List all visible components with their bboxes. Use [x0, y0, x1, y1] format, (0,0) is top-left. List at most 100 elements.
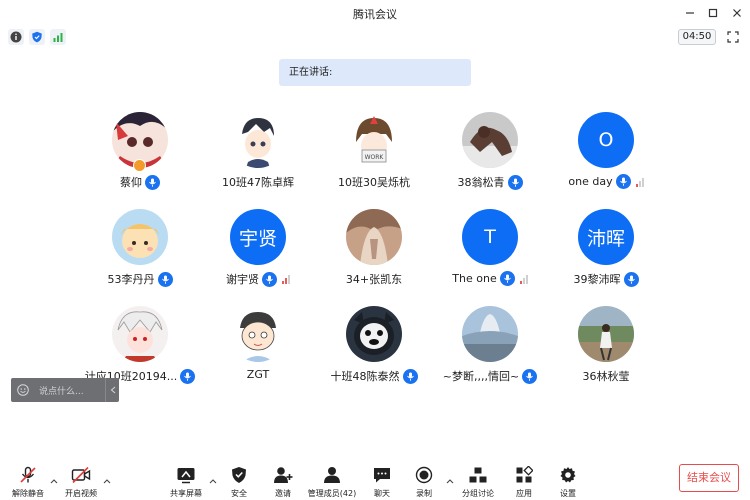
invite-user-icon [272, 464, 294, 486]
participant-name: 蔡仰 [120, 176, 142, 189]
info-icon [10, 31, 22, 43]
fullscreen-button[interactable] [725, 29, 741, 45]
invite-button[interactable]: 邀请 [261, 464, 305, 500]
minimize-icon [686, 12, 694, 14]
chevron-up-icon [446, 479, 454, 484]
participant-avatar [346, 306, 402, 362]
shield-icon [32, 31, 42, 43]
participant-tile[interactable]: O one day [546, 112, 666, 202]
unmute-button[interactable]: 解除静音 [6, 464, 50, 500]
close-icon [733, 9, 741, 17]
chat-button[interactable]: 聊天 [360, 464, 404, 500]
participant-name: 34+张凯东 [345, 273, 403, 286]
camera-off-icon [70, 464, 92, 486]
apps-label: 应用 [516, 489, 532, 498]
host-badge-icon [133, 159, 146, 172]
settings-button[interactable]: 设置 [546, 464, 590, 500]
record-icon [413, 464, 435, 486]
chevron-up-icon [103, 479, 111, 484]
participant-avatar: WORK [346, 112, 402, 168]
audio-options-caret[interactable] [49, 476, 59, 486]
chat-label: 聊天 [374, 489, 390, 498]
chevron-left-icon [110, 386, 115, 394]
breakout-rooms-button[interactable]: 分组讨论 [456, 464, 500, 500]
participant-name: ~梦断,,,,情回~ [442, 370, 520, 383]
participant-avatar: 沛晖 [578, 209, 634, 265]
participant-tile[interactable]: 36林秋莹 [546, 306, 666, 396]
window-title: 腾讯会议 [353, 8, 397, 21]
share-screen-label: 共享屏幕 [170, 489, 202, 498]
members-icon [321, 464, 343, 486]
manage-members-button[interactable]: 管理成员(42) [308, 464, 356, 500]
settings-label: 设置 [560, 489, 576, 498]
mic-icon [262, 271, 277, 287]
encryption-button[interactable] [29, 29, 45, 45]
participant-tile[interactable]: 沛晖 39黎沛晖 [546, 209, 666, 299]
participant-avatar: O [578, 112, 634, 168]
start-video-label: 开启视频 [65, 489, 97, 498]
participant-name-row: 39黎沛晖 [526, 271, 686, 287]
participant-name: ZGT [246, 368, 270, 381]
active-speaker-banner: 正在讲话: [279, 59, 471, 86]
signal-strength-icon [635, 177, 644, 187]
participant-name: 谢宇贤 [226, 273, 259, 286]
maximize-button[interactable] [703, 3, 723, 23]
participant-avatar [112, 306, 168, 362]
record-options-caret[interactable] [445, 476, 455, 486]
chat-input-field[interactable]: 说点什么... [35, 384, 105, 397]
signal-strength-icon [282, 274, 290, 284]
participant-avatar [462, 112, 518, 168]
participant-name: 10班30吴烁杭 [338, 176, 410, 189]
participant-name: 39黎沛晖 [573, 273, 621, 286]
chat-bubble-icon [371, 464, 393, 486]
record-label: 录制 [416, 489, 432, 498]
participant-name-row: 36林秋莹 [526, 368, 686, 384]
participant-name: 53李丹丹 [107, 273, 155, 286]
apps-button[interactable]: 应用 [502, 464, 546, 500]
network-status-button[interactable] [50, 29, 66, 45]
participant-name: The one [452, 272, 497, 285]
record-button[interactable]: 录制 [402, 464, 446, 500]
meeting-info-bar: 04:50 [0, 26, 750, 48]
maximize-icon [708, 8, 718, 18]
share-screen-button[interactable]: 共享屏幕 [164, 464, 208, 500]
participant-avatar [578, 306, 634, 362]
minimize-button[interactable] [680, 3, 700, 23]
start-video-button[interactable]: 开启视频 [59, 464, 103, 500]
apps-grid-icon [513, 464, 535, 486]
chat-input-bar[interactable]: 说点什么... [11, 378, 119, 402]
mic-icon [157, 271, 173, 287]
mic-icon [507, 174, 523, 190]
meeting-timer: 04:50 [678, 29, 716, 45]
participant-name: 38翁松青 [457, 176, 505, 189]
collapse-chat-button[interactable] [105, 378, 119, 402]
participant-avatar [462, 306, 518, 362]
mic-muted-icon [17, 464, 39, 486]
emoji-button[interactable] [11, 378, 35, 402]
mic-icon [145, 174, 160, 190]
video-options-caret[interactable] [102, 476, 112, 486]
svg-text:WORK: WORK [365, 154, 385, 161]
close-button[interactable] [727, 3, 747, 23]
chevron-up-icon [50, 479, 58, 484]
security-button[interactable]: 安全 [217, 464, 261, 500]
fullscreen-icon [727, 31, 739, 43]
bottom-toolbar: 解除静音 开启视频 共享屏幕 安全 邀请 管理成员(42) 聊天 录制 分组讨论… [0, 458, 750, 500]
participant-avatar [346, 209, 402, 265]
mic-icon [499, 271, 515, 286]
participant-name: 十班48陈泰然 [330, 370, 400, 383]
avatar-letter: T [484, 226, 496, 248]
participant-avatar [112, 209, 168, 265]
mic-icon [615, 174, 631, 189]
chevron-up-icon [209, 479, 217, 484]
shield-icon [228, 464, 250, 486]
unmute-label: 解除静音 [12, 489, 44, 498]
security-label: 安全 [231, 489, 247, 498]
gear-icon [557, 464, 579, 486]
participant-avatar: 宇贤 [230, 209, 286, 265]
share-screen-icon [175, 464, 197, 486]
emoji-icon [17, 384, 29, 396]
participant-avatar [230, 112, 286, 168]
meeting-info-button[interactable] [8, 29, 24, 45]
end-meeting-button[interactable]: 结束会议 [679, 464, 739, 492]
